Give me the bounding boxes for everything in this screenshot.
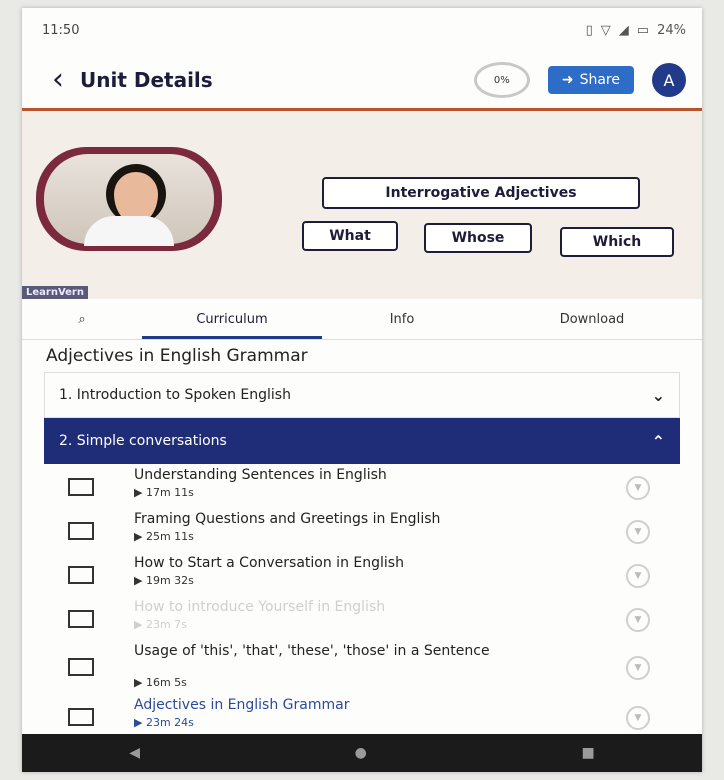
list-item[interactable]: Framing Questions and Greetings in Engli… <box>44 508 680 552</box>
lesson-duration: ▶ 23m 24s <box>134 716 194 729</box>
tab-info[interactable]: Info <box>322 312 482 327</box>
banner-watermark: LearnVern <box>22 286 88 299</box>
lesson-duration: ▶ 19m 32s <box>134 574 194 587</box>
lesson-checkbox[interactable] <box>68 522 94 540</box>
download-icon[interactable]: ▼ <box>626 564 650 588</box>
list-item[interactable]: Adjectives in English Grammar ▶ 23m 24s … <box>44 694 680 738</box>
status-indicators: ▯ ▽ ◢ ▭ 24% <box>586 23 686 38</box>
vibrate-icon: ▯ <box>585 22 593 38</box>
wifi-icon: ▽ <box>600 22 611 38</box>
status-time: 11:50 <box>42 22 80 38</box>
lesson-duration: ▶ 25m 11s <box>134 530 194 543</box>
lesson-checkbox[interactable] <box>68 708 94 726</box>
lesson-duration: ▶ 16m 5s <box>134 676 187 689</box>
tab-curriculum[interactable]: Curriculum <box>142 312 322 339</box>
lesson-checkbox[interactable] <box>68 478 94 496</box>
lesson-duration: ▶ 23m 7s <box>134 618 187 631</box>
battery-icon: ▭ <box>636 22 650 38</box>
share-arrow-icon: ➜ <box>561 72 574 88</box>
banner-tag-whose: Whose <box>424 223 532 253</box>
nav-back-icon[interactable]: ◀ <box>129 745 140 761</box>
search-icon[interactable]: ⌕ <box>22 312 142 327</box>
nav-recents-icon[interactable]: ■ <box>581 745 594 761</box>
section-label: 2. Simple conversations <box>59 433 227 449</box>
banner-tag-what: What <box>302 221 398 251</box>
download-icon[interactable]: ▼ <box>626 656 650 680</box>
list-item[interactable]: Understanding Sentences in English ▶ 17m… <box>44 464 680 508</box>
unit-banner: Interrogative Adjectives What Whose Whic… <box>22 108 702 299</box>
chevron-down-icon: ⌄ <box>651 385 665 405</box>
lesson-checkbox[interactable] <box>68 658 94 676</box>
status-bar: 11:50 ▯ ▽ ◢ ▭ 24% <box>22 8 702 52</box>
app-header: ‹ Unit Details 0% ➜ Share A <box>22 52 702 108</box>
chevron-up-icon: ⌃ <box>651 431 665 451</box>
section-label: 1. Introduction to Spoken English <box>59 387 291 403</box>
download-icon[interactable]: ▼ <box>626 476 650 500</box>
page-title: Unit Details <box>80 68 213 92</box>
section-1[interactable]: 1. Introduction to Spoken English ⌄ <box>44 372 680 418</box>
signal-icon: ◢ <box>618 22 629 38</box>
banner-tag-which: Which <box>560 227 674 257</box>
instructor-photo <box>36 147 222 251</box>
tab-download[interactable]: Download <box>482 312 702 327</box>
download-icon[interactable]: ▼ <box>626 608 650 632</box>
download-icon[interactable]: ▼ <box>626 520 650 544</box>
lesson-duration: ▶ 17m 11s <box>134 486 194 499</box>
lesson-title: Understanding Sentences in English <box>134 467 387 483</box>
nav-home-icon[interactable]: ● <box>355 745 367 761</box>
lesson-title: Framing Questions and Greetings in Engli… <box>134 511 441 527</box>
battery-percent: 24% <box>657 22 686 38</box>
back-arrow-icon[interactable]: ‹ <box>52 65 64 95</box>
tab-bar: ⌕ Curriculum Info Download <box>22 299 702 340</box>
download-icon[interactable]: ▼ <box>626 706 650 730</box>
list-item[interactable]: Usage of 'this', 'that', 'these', 'those… <box>44 640 680 694</box>
phone-screen: 11:50 ▯ ▽ ◢ ▭ 24% ‹ Unit Details 0% ➜ Sh… <box>22 8 702 772</box>
lesson-checkbox[interactable] <box>68 610 94 628</box>
avatar[interactable]: A <box>652 63 686 97</box>
progress-indicator: 0% <box>473 62 530 98</box>
list-item[interactable]: How to Start a Conversation in English ▶… <box>44 552 680 596</box>
lesson-title: Usage of 'this', 'that', 'these', 'those… <box>134 643 490 659</box>
lesson-title: How to Start a Conversation in English <box>134 555 404 571</box>
course-title: Adjectives in English Grammar <box>46 346 308 366</box>
share-label: Share <box>579 72 620 88</box>
share-button[interactable]: ➜ Share <box>547 66 634 94</box>
lesson-checkbox[interactable] <box>68 566 94 584</box>
lesson-title: How to introduce Yourself in English <box>134 599 386 615</box>
section-2[interactable]: 2. Simple conversations ⌃ <box>44 418 680 464</box>
banner-title-tag: Interrogative Adjectives <box>322 177 640 209</box>
list-item[interactable]: How to introduce Yourself in English ▶ 2… <box>44 596 680 640</box>
lesson-title: Adjectives in English Grammar <box>134 697 350 713</box>
system-nav-bar: ◀ ● ■ <box>22 734 702 772</box>
